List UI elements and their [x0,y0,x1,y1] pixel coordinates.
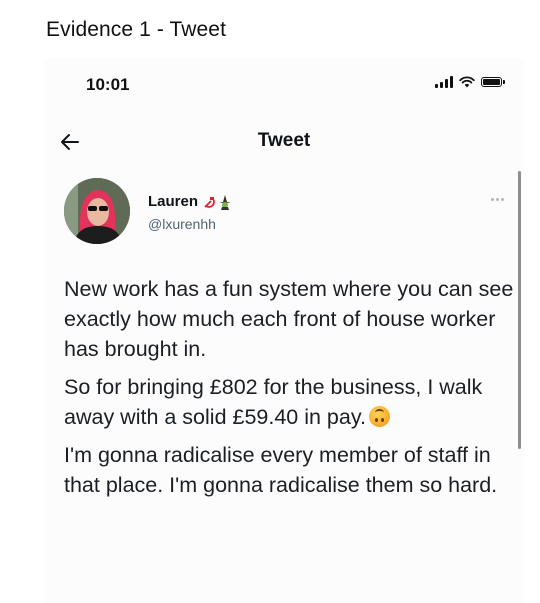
page-title: Tweet [257,130,311,151]
display-name[interactable]: Lauren [148,193,233,210]
status-icons [435,76,505,88]
scrollbar[interactable] [518,171,521,449]
user-handle[interactable]: @lxurenhh [148,216,216,232]
tweet-paragraph: So for bringing £802 for the business, I… [64,375,483,429]
witch-icon [219,194,232,210]
upside-down-face-icon [368,406,390,427]
phone-screen: 10:01 Tweet Lauren @lxurenhh New work ha… [44,58,524,603]
tweet-paragraph: New work has a fun system where you can … [64,277,514,361]
tweet-paragraph: I'm gonna radicalise every member of sta… [64,443,498,497]
evidence-caption: Evidence 1 - Tweet [46,18,227,41]
hammer-and-sickle-icon [204,196,215,208]
more-options-icon[interactable] [491,198,504,201]
signal-icon [435,76,453,88]
avatar[interactable] [64,178,130,244]
battery-icon [481,77,505,87]
name-emojis [202,194,233,210]
tweet-text: New work has a fun system where you can … [64,274,514,508]
wifi-icon [459,76,475,88]
status-time: 10:01 [86,75,130,94]
